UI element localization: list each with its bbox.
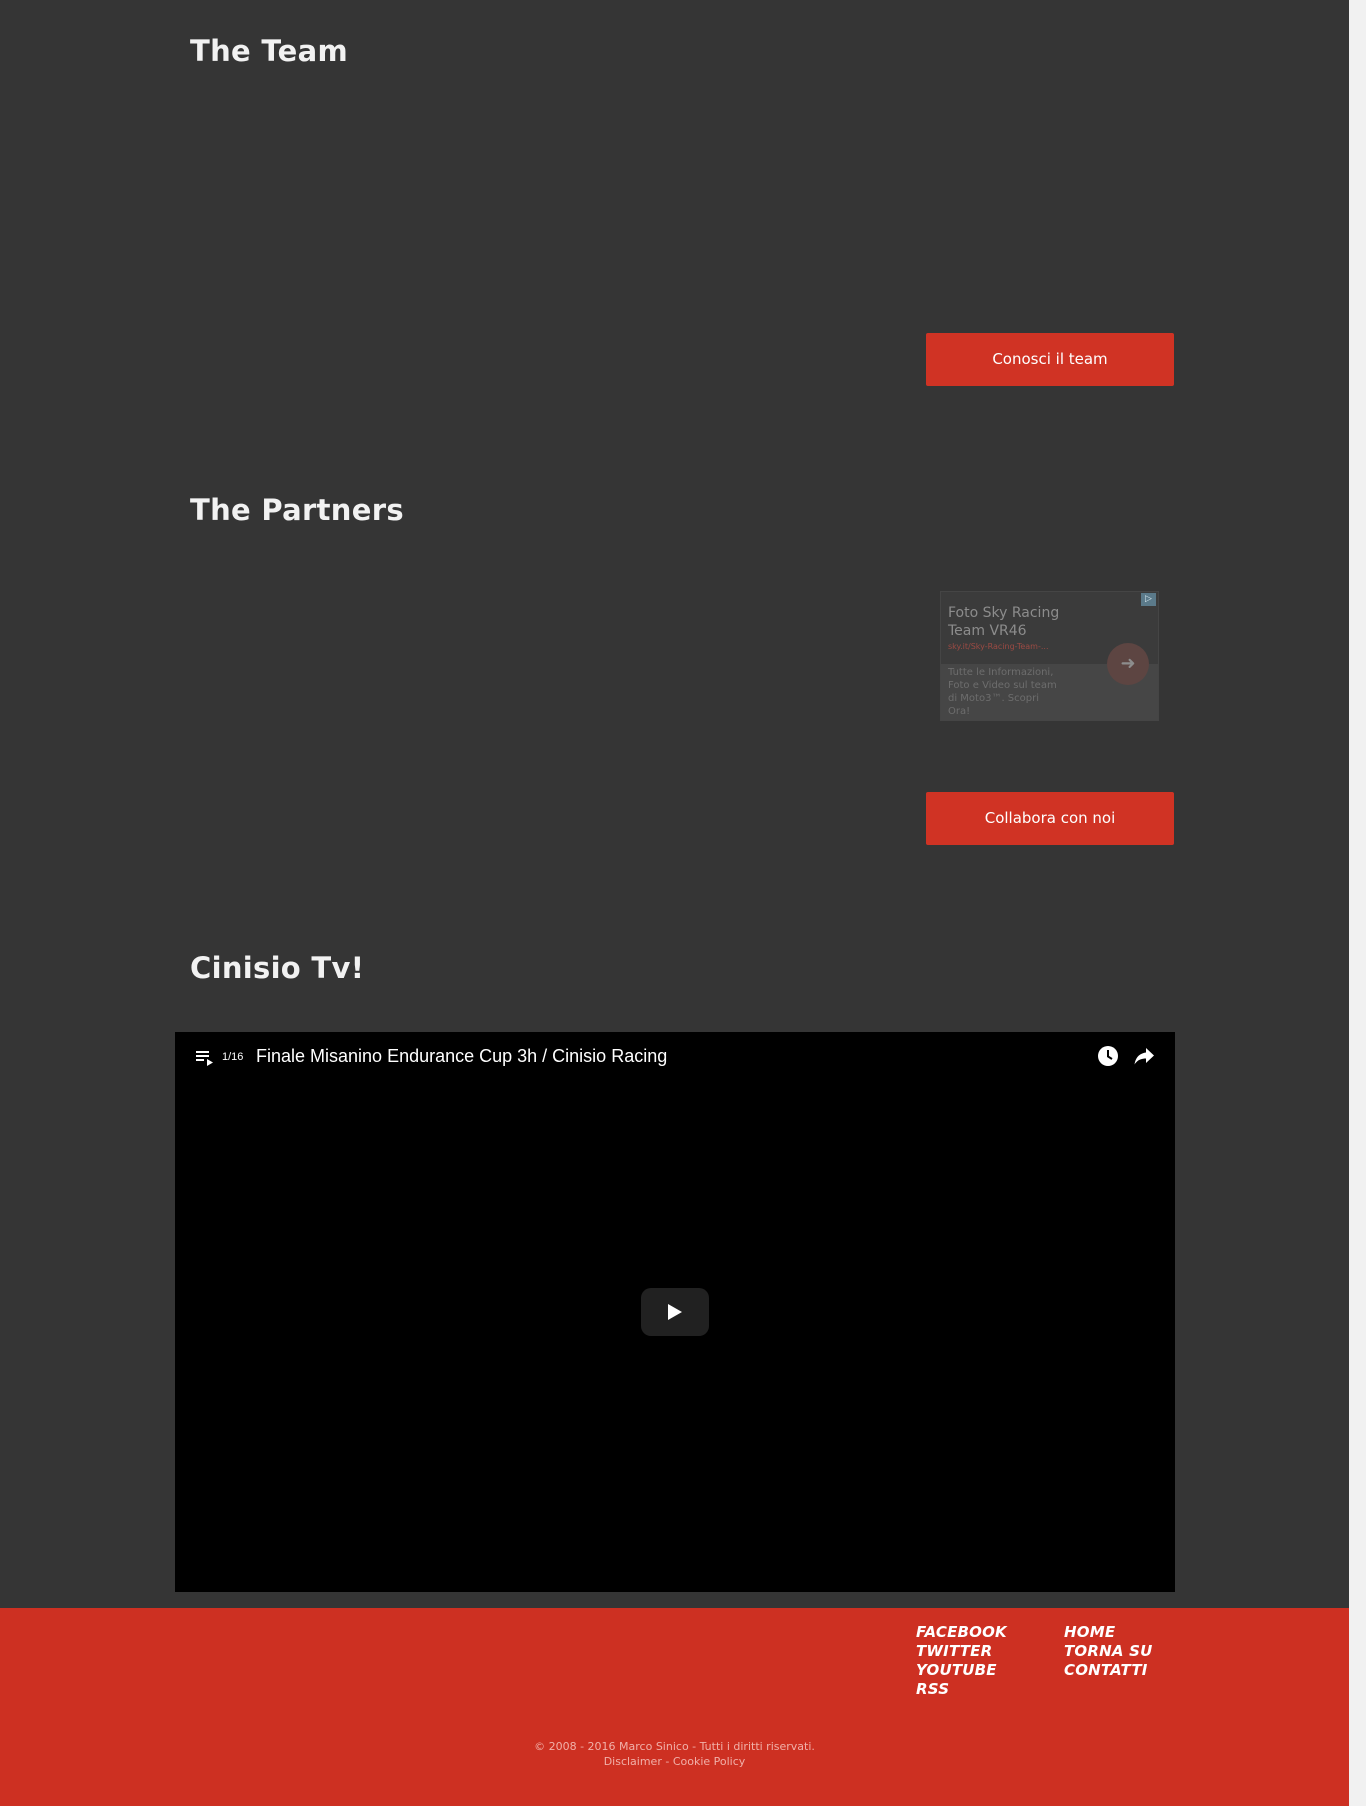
playlist-icon[interactable] (195, 1047, 215, 1067)
collaborate-button[interactable]: Collabora con noi (926, 792, 1174, 845)
footer-link-youtube[interactable]: YOUTUBE (916, 1661, 1007, 1680)
legal-links-separator: - (661, 1755, 673, 1768)
copyright-text: © 2008 - 2016 Marco Sinico - Tutti i dir… (534, 1740, 815, 1753)
disclaimer-link[interactable]: Disclaimer (604, 1755, 662, 1768)
footer-social-links: FACEBOOK TWITTER YOUTUBE RSS (916, 1623, 1007, 1699)
footer-link-back-to-top[interactable]: TORNA SU (1064, 1642, 1153, 1661)
playlist-counter: 1/16 (222, 1051, 244, 1063)
sponsored-ad[interactable]: ▷ Foto Sky Racing Team VR46 sky.it/Sky-R… (940, 591, 1159, 721)
ad-url[interactable]: sky.it/Sky-Racing-Team-... (948, 642, 1048, 652)
footer-link-home[interactable]: HOME (1064, 1623, 1153, 1642)
cookie-policy-link[interactable]: Cookie Policy (673, 1755, 745, 1768)
legal-links: Disclaimer - Cookie Policy (0, 1754, 1349, 1769)
ad-choices-icon[interactable]: ▷ (1141, 593, 1156, 606)
partners-section-title: The Partners (190, 493, 404, 527)
tv-section-title: Cinisio Tv! (190, 951, 365, 985)
meet-team-button[interactable]: Conosci il team (926, 333, 1174, 386)
footer-link-twitter[interactable]: TWITTER (916, 1642, 1007, 1661)
play-button[interactable] (641, 1288, 709, 1336)
page: The Team Conosci il team The Partners ▷ … (0, 0, 1349, 1806)
watch-later-icon[interactable] (1096, 1044, 1120, 1068)
video-title[interactable]: Finale Misanino Endurance Cup 3h / Cinis… (256, 1044, 667, 1068)
video-player[interactable]: 1/16 Finale Misanino Endurance Cup 3h / … (175, 1032, 1175, 1592)
team-section-title: The Team (190, 34, 348, 68)
ad-headline[interactable]: Foto Sky Racing Team VR46 (948, 604, 1098, 640)
footer-nav-links: HOME TORNA SU CONTATTI (1064, 1623, 1153, 1680)
footer: FACEBOOK TWITTER YOUTUBE RSS HOME TORNA … (0, 1608, 1349, 1806)
arrow-right-icon[interactable]: ➜ (1107, 643, 1149, 685)
footer-link-rss[interactable]: RSS (916, 1680, 1007, 1699)
vertical-scrollbar[interactable] (1349, 0, 1366, 1806)
play-icon (668, 1304, 682, 1320)
footer-link-contacts[interactable]: CONTATTI (1064, 1661, 1153, 1680)
footer-link-facebook[interactable]: FACEBOOK (916, 1623, 1007, 1642)
ad-description: Tutte le Informazioni, Foto e Video sul … (948, 667, 1057, 717)
share-icon[interactable] (1132, 1044, 1156, 1068)
